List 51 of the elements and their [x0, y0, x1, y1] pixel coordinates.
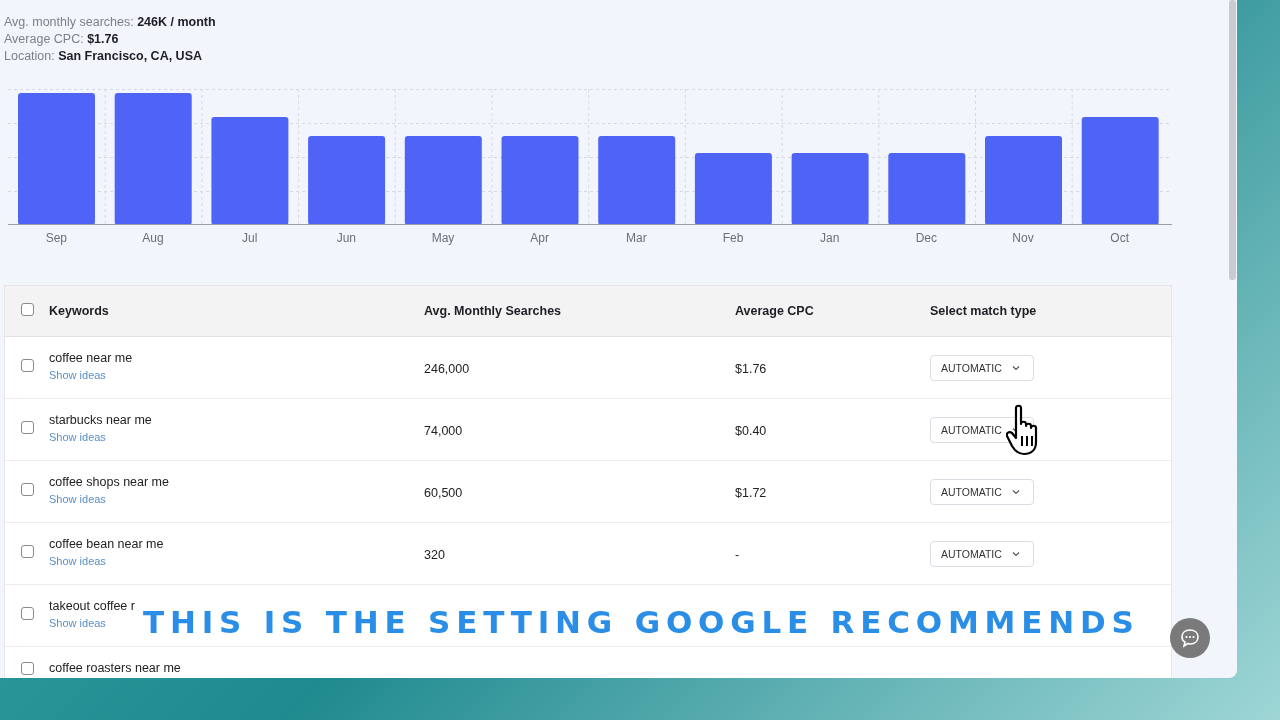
match-type-dropdown[interactable]: AUTOMATIC [930, 478, 1034, 505]
keyword-text: starbucks near me [49, 413, 152, 427]
month-label: Dec [915, 231, 937, 245]
stat-line: Average CPC: $1.76 [4, 31, 120, 48]
cpc-cell: $0.40 [735, 423, 767, 438]
row-checkbox[interactable] [20, 545, 34, 558]
month-label: May [431, 231, 455, 245]
row-checkbox[interactable] [20, 359, 34, 372]
match-type-dropdown[interactable]: AUTOMATIC [930, 354, 1034, 381]
month-label: Apr [530, 231, 549, 245]
month-label: Jun [336, 231, 356, 245]
month-label: Sep [45, 231, 67, 245]
show-ideas-link[interactable]: Show ideas [49, 617, 106, 629]
keyword-text: takeout coffee r [49, 599, 135, 613]
keyword-text: coffee near me [49, 351, 133, 365]
scrollbar-thumb[interactable] [1229, 0, 1236, 280]
keyword-text: coffee bean near me [49, 537, 164, 551]
row-checkbox[interactable] [20, 662, 34, 675]
video-caption: THIS IS THE SETTING GOOGLE RECOMMENDS [143, 604, 1140, 640]
cpc-cell: $1.72 [735, 485, 767, 500]
show-ideas-link[interactable]: Show ideas [49, 369, 106, 381]
searches-cell: 320 [424, 547, 445, 562]
searches-cell: 60,500 [424, 485, 463, 500]
row-checkbox[interactable] [20, 607, 34, 620]
month-label: Oct [1110, 231, 1129, 245]
column-header: Select match type [930, 304, 1038, 318]
show-ideas-link[interactable]: Show ideas [49, 493, 106, 505]
cpc-cell: $1.76 [735, 361, 767, 376]
month-label: Jan [819, 231, 840, 245]
month-label: Jul [242, 231, 258, 245]
searches-cell: 246,000 [424, 361, 470, 376]
match-type-dropdown[interactable]: AUTOMATIC [930, 540, 1034, 567]
keyword-text: coffee shops near me [49, 475, 169, 489]
row-checkbox[interactable] [20, 483, 34, 496]
keyword-text: coffee roasters near me [49, 661, 181, 675]
column-header: Keywords [49, 304, 110, 318]
month-label: Aug [142, 231, 164, 245]
stat-line: Location: San Francisco, CA, USA [4, 48, 203, 65]
chat-icon[interactable] [1170, 618, 1210, 658]
month-label: Mar [626, 231, 647, 245]
month-label: Nov [1012, 231, 1034, 245]
searches-cell: 74,000 [424, 423, 463, 438]
select-all-checkbox[interactable] [20, 302, 34, 316]
month-label: Feb [722, 231, 744, 245]
stat-line: Avg. monthly searches: 246K / month [4, 14, 217, 31]
column-header: Avg. Monthly Searches [424, 304, 563, 318]
row-checkbox[interactable] [20, 421, 34, 434]
show-ideas-link[interactable]: Show ideas [49, 431, 106, 443]
show-ideas-link[interactable]: Show ideas [49, 555, 106, 567]
cpc-cell: - [735, 547, 740, 562]
column-header: Average CPC [735, 304, 815, 318]
